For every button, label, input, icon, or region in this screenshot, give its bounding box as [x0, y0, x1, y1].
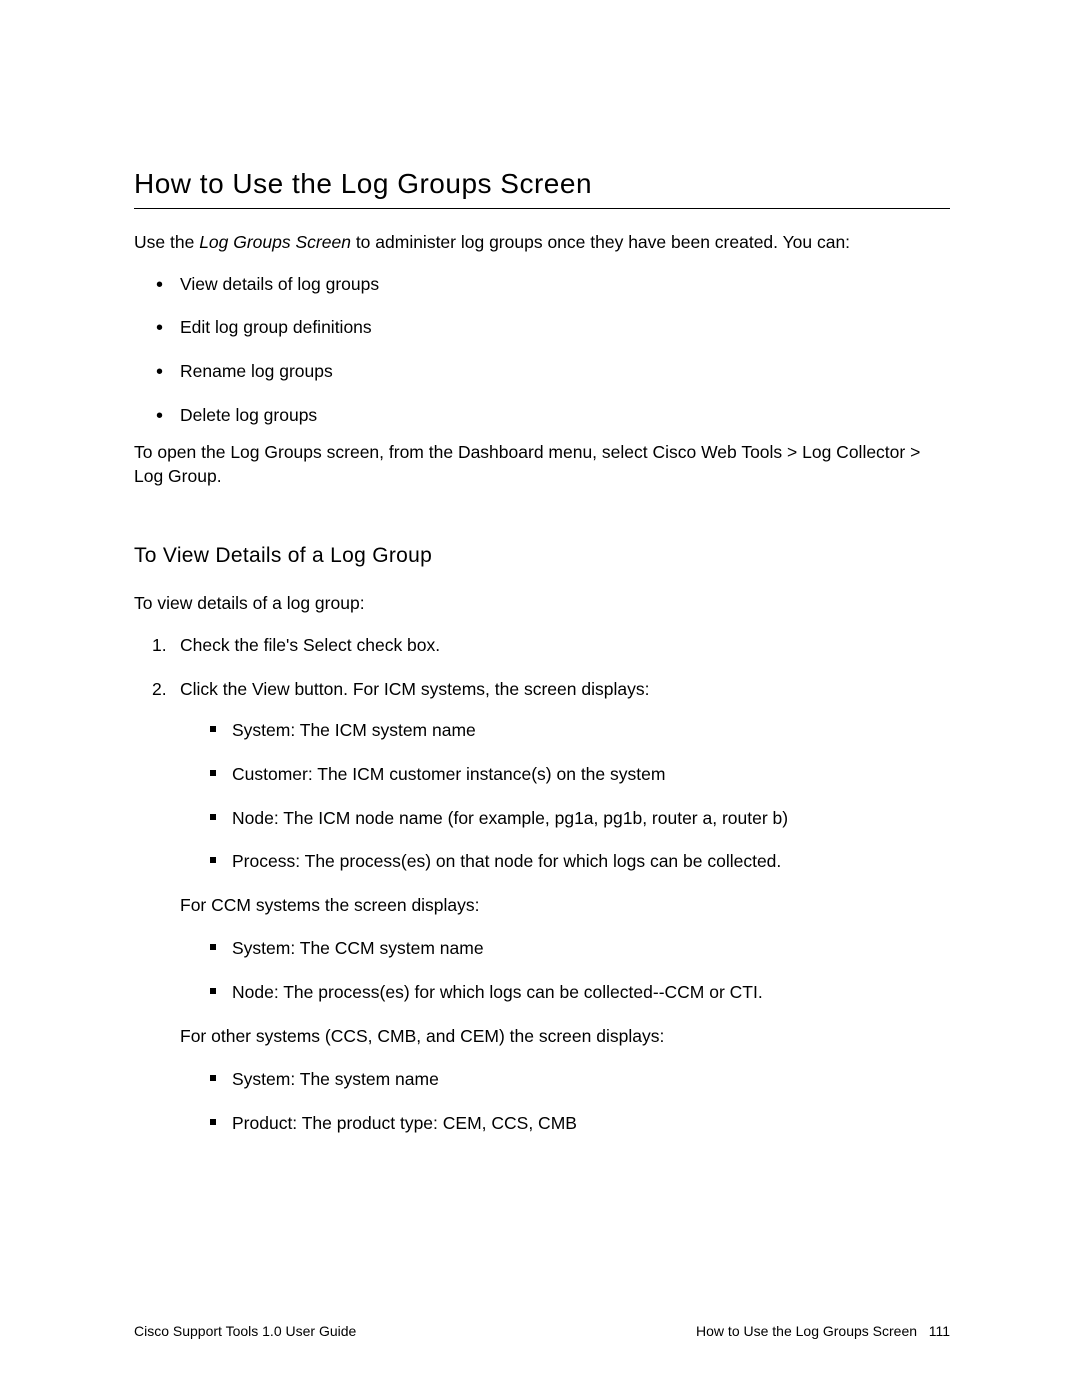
other-sublist: System: The system name Product: The pro… [180, 1068, 950, 1135]
footer-right: How to Use the Log Groups Screen 111 [696, 1323, 950, 1339]
page-footer: Cisco Support Tools 1.0 User Guide How t… [134, 1323, 950, 1339]
step-item: Check the file's Select check box. [180, 634, 950, 658]
list-item: Rename log groups [180, 360, 950, 384]
intro-pre: Use the [134, 232, 199, 252]
document-page: How to Use the Log Groups Screen Use the… [0, 0, 1080, 1397]
step-text: Check the file's Select check box. [180, 635, 440, 655]
list-item: Delete log groups [180, 404, 950, 428]
footer-left: Cisco Support Tools 1.0 User Guide [134, 1323, 356, 1339]
intro-post: to administer log groups once they have … [351, 232, 850, 252]
intro-paragraph: Use the Log Groups Screen to administer … [134, 231, 950, 255]
ccm-sublist: System: The CCM system name Node: The pr… [180, 937, 950, 1004]
ccm-intro: For CCM systems the screen displays: [180, 894, 950, 918]
list-item: Node: The process(es) for which logs can… [232, 981, 950, 1005]
footer-right-title: How to Use the Log Groups Screen [696, 1323, 917, 1339]
other-intro: For other systems (CCS, CMB, and CEM) th… [180, 1025, 950, 1049]
list-item: Product: The product type: CEM, CCS, CMB [232, 1112, 950, 1136]
section-heading: To View Details of a Log Group [134, 544, 950, 568]
list-item: Edit log group definitions [180, 316, 950, 340]
step-item: Click the View button. For ICM systems, … [180, 678, 950, 1136]
list-item: Node: The ICM node name (for example, pg… [232, 807, 950, 831]
list-item: Customer: The ICM customer instance(s) o… [232, 763, 950, 787]
list-item: System: The CCM system name [232, 937, 950, 961]
list-item: View details of log groups [180, 273, 950, 297]
section-intro: To view details of a log group: [134, 592, 950, 616]
open-path-paragraph: To open the Log Groups screen, from the … [134, 441, 950, 488]
title-rule [134, 208, 950, 209]
list-item: Process: The process(es) on that node fo… [232, 850, 950, 874]
footer-page-number: 111 [929, 1323, 950, 1339]
list-item: System: The ICM system name [232, 719, 950, 743]
capabilities-list: View details of log groups Edit log grou… [134, 273, 950, 428]
icm-sublist: System: The ICM system name Customer: Th… [180, 719, 950, 874]
list-item: System: The system name [232, 1068, 950, 1092]
steps-list: Check the file's Select check box. Click… [134, 634, 950, 1136]
intro-italic: Log Groups Screen [199, 232, 351, 252]
step-text: Click the View button. For ICM systems, … [180, 679, 649, 699]
page-title: How to Use the Log Groups Screen [134, 168, 950, 200]
